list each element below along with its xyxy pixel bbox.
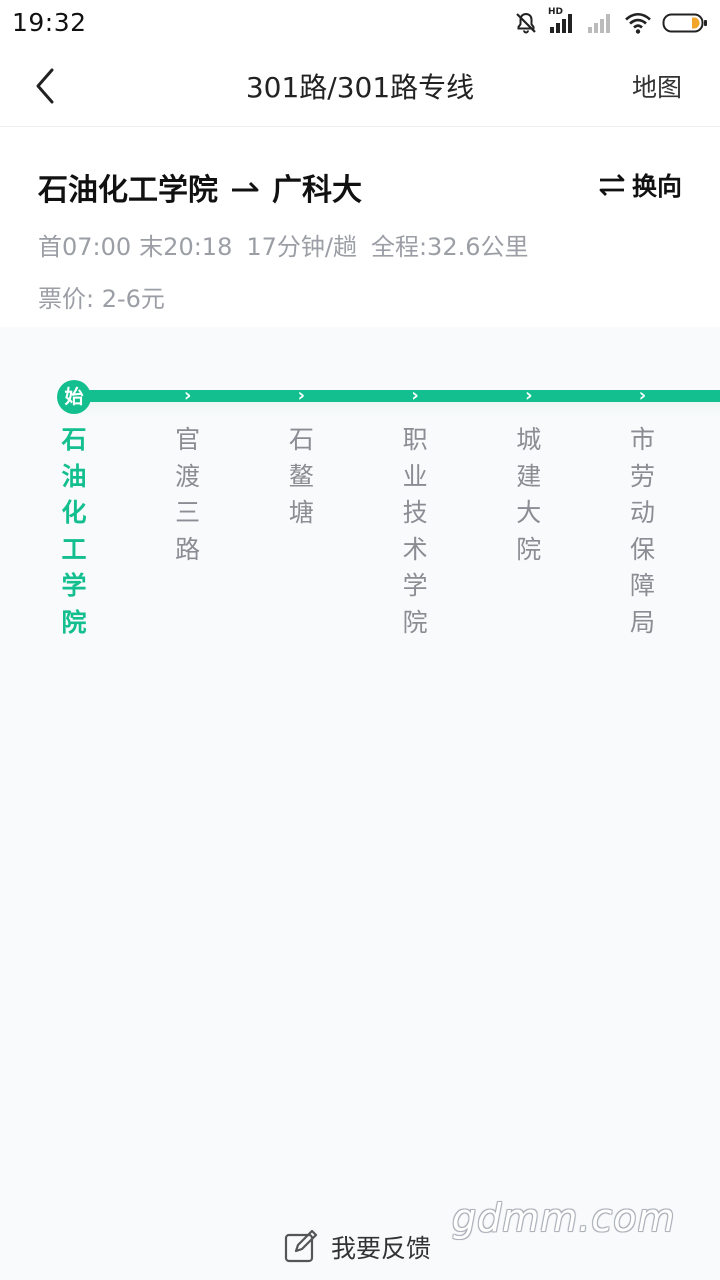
feedback-button[interactable]: 我要反馈 [283, 1229, 431, 1265]
interval: 17分钟/趟 [246, 233, 357, 261]
fare: 票价: 2-6元 [38, 285, 165, 313]
route-line [75, 390, 720, 402]
reverse-button[interactable]: 换向 [598, 167, 682, 203]
stop-item[interactable]: 官渡三路 [168, 422, 208, 568]
direction-chevron-icon: › [411, 385, 419, 406]
signal-weak-icon [586, 11, 614, 35]
direction-chevron-icon: › [525, 385, 533, 406]
feedback-label: 我要反馈 [331, 1234, 432, 1263]
status-bar: 19:32 HD [0, 0, 720, 46]
route-from: 石油化工学院 [38, 173, 218, 208]
wifi-icon [624, 11, 652, 35]
direction-chevron-icon: › [638, 385, 647, 406]
stop-item[interactable]: 石鳌塘 [281, 422, 321, 532]
battery-icon [662, 11, 708, 35]
status-time: 19:32 [12, 8, 87, 37]
mute-bell-icon [514, 11, 538, 35]
route-schedule: 首07:00 末20:18 17分钟/趟 全程:32.6公里 [38, 227, 529, 262]
hd-badge: HD [548, 7, 564, 17]
status-icons: HD [514, 7, 708, 37]
route-header: 石油化工学院 广科大 换向 首07:00 末20:18 17分钟/趟 全程:32… [0, 127, 720, 327]
watermark: gdmm.com [452, 1196, 676, 1240]
map-button[interactable]: 地图 [632, 68, 682, 104]
reverse-label: 换向 [631, 172, 682, 201]
stop-item[interactable]: 市劳动保障局 [623, 422, 663, 642]
arrow-right-icon [232, 181, 259, 192]
edit-icon [284, 1230, 318, 1263]
stop-item[interactable]: 职业技术学院 [395, 422, 435, 642]
signal-icon: HD [548, 7, 576, 35]
direction-chevron-icon: › [183, 385, 192, 406]
direction-chevron-icon: › [297, 385, 306, 406]
nav-bar: 301路/301路专线 地图 [0, 46, 720, 127]
stop-item[interactable]: 石油化工学院 [54, 422, 94, 642]
distance: 全程:32.6公里 [370, 233, 529, 261]
route-to: 广科大 [272, 173, 362, 208]
page-title: 301路/301路专线 [245, 71, 475, 104]
swap-arrows-icon [599, 174, 625, 196]
first-bus: 首07:00 [38, 233, 132, 261]
stop-strip[interactable]: 始 石油化工学院 官渡三路 › 石鳌塘 › 职业技术学院 › 城建大院 › 市劳动保障局 › [0, 340, 720, 660]
route-title: 石油化工学院 广科大 [38, 165, 362, 209]
last-bus: 末20:18 [139, 233, 233, 261]
stop-item[interactable]: 城建大院 [509, 422, 549, 568]
start-badge: 始 [57, 380, 91, 414]
